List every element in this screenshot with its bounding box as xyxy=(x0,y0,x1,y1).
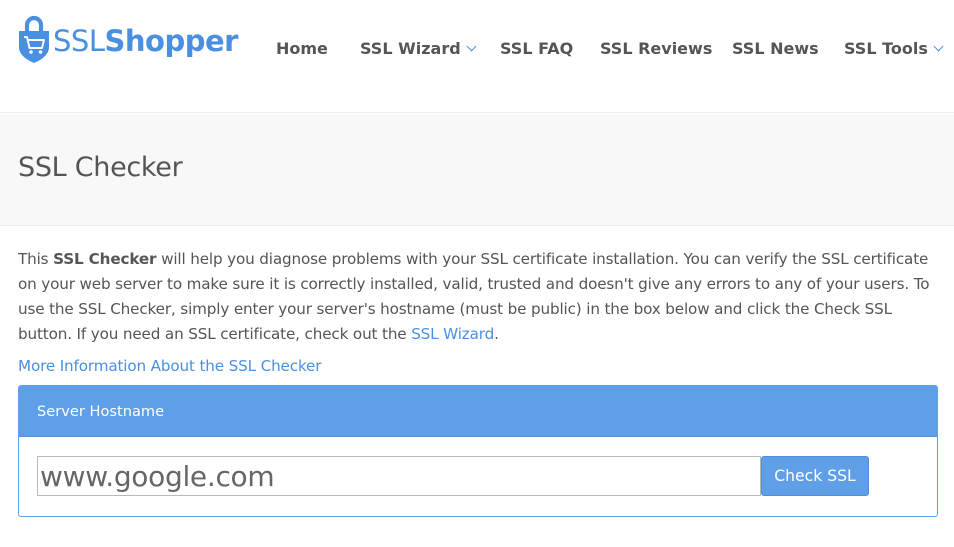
panel-heading-label: Server Hostname xyxy=(37,402,165,420)
site-header: SSL Shopper Home SSL Wizard SSL FAQ SSL R… xyxy=(0,0,954,113)
nav-home[interactable]: Home xyxy=(276,38,328,60)
nav-ssl-faq[interactable]: SSL FAQ xyxy=(500,38,573,60)
nav-ssl-reviews-label: SSL Reviews xyxy=(600,39,713,58)
nav-ssl-news[interactable]: SSL News xyxy=(732,38,819,60)
hostname-input[interactable] xyxy=(37,456,761,496)
nav-home-label: Home xyxy=(276,39,328,58)
main-nav: Home SSL Wizard SSL FAQ SSL Reviews SSL … xyxy=(0,38,954,60)
intro-bold-term: SSL Checker xyxy=(53,250,157,268)
intro-prefix: This xyxy=(18,250,54,268)
nav-ssl-faq-label: SSL FAQ xyxy=(500,39,574,58)
check-ssl-button[interactable]: Check SSL xyxy=(761,456,869,496)
nav-ssl-news-label: SSL News xyxy=(732,39,819,58)
panel-body: Check SSL xyxy=(19,437,937,516)
intro-suffix: . xyxy=(494,325,499,343)
hostname-panel: Server Hostname Check SSL xyxy=(18,385,938,517)
more-info-link[interactable]: More Information About the SSL Checker xyxy=(18,354,321,378)
nav-ssl-wizard-label: SSL Wizard xyxy=(360,39,461,58)
chevron-down-icon xyxy=(466,41,477,52)
nav-ssl-tools[interactable]: SSL Tools xyxy=(844,38,944,60)
intro-paragraph: This SSL Checker will help you diagnose … xyxy=(18,247,943,347)
nav-ssl-reviews[interactable]: SSL Reviews xyxy=(600,38,712,60)
page-title: SSL Checker xyxy=(18,152,183,183)
nav-ssl-tools-label: SSL Tools xyxy=(844,39,928,58)
panel-heading: Server Hostname xyxy=(19,386,937,437)
chevron-down-icon xyxy=(933,41,944,52)
page-title-band: SSL Checker xyxy=(0,114,954,226)
ssl-wizard-link[interactable]: SSL Wizard xyxy=(411,325,494,343)
nav-ssl-wizard[interactable]: SSL Wizard xyxy=(360,38,477,60)
